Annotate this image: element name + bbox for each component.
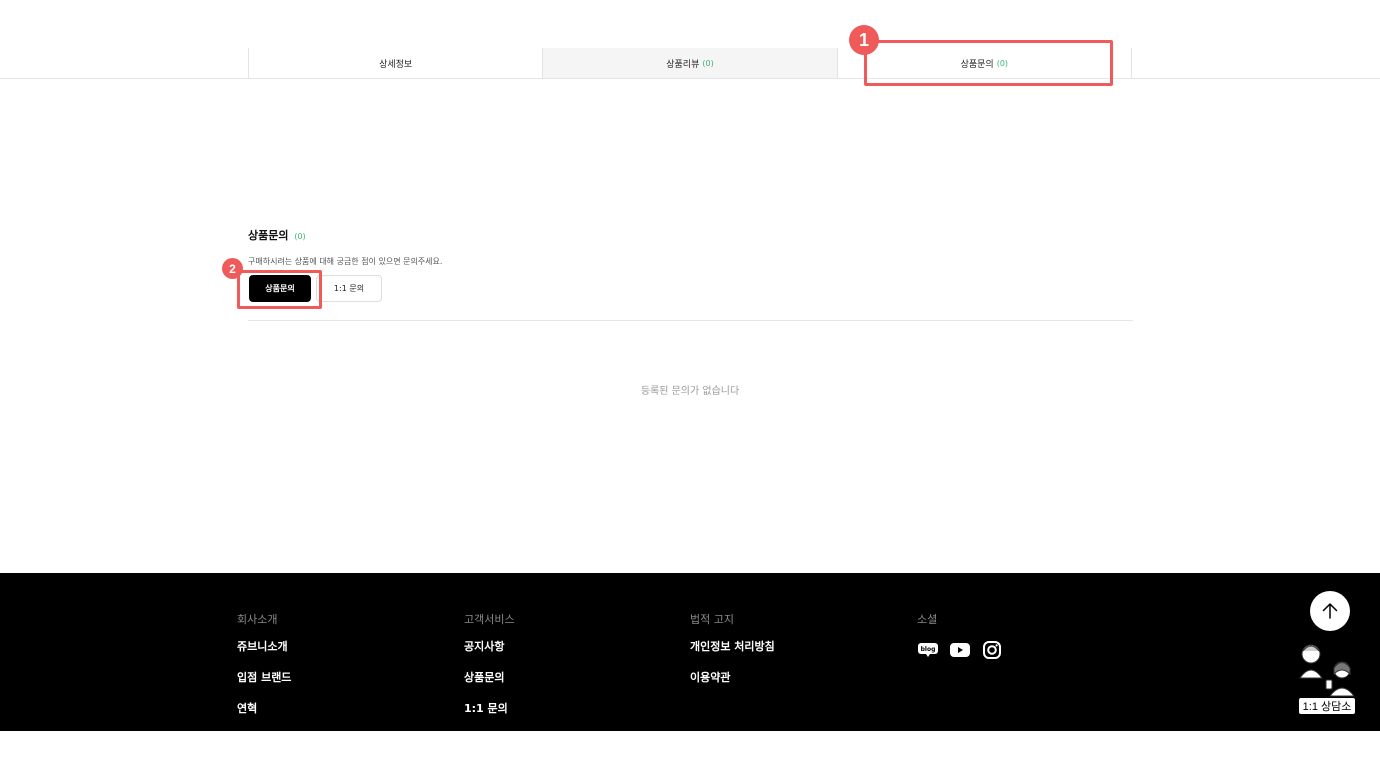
social-links: blog [917, 640, 1003, 660]
empty-inquiry-message: 등록된 문의가 없습니다 [640, 386, 740, 397]
footer-link-product-inquiry[interactable]: 상품문의 [464, 671, 515, 702]
tab-details[interactable]: 상세정보 [249, 48, 544, 79]
annotation-highlight-tab [864, 40, 1113, 86]
footer-link-privacy[interactable]: 개인정보 처리방침 [690, 640, 775, 671]
footer-link-history[interactable]: 연혁 [237, 702, 291, 733]
blog-icon-text: blog [921, 646, 936, 653]
annotation-badge-2: 2 [222, 258, 243, 279]
scroll-to-top-button[interactable] [1310, 591, 1350, 631]
blog-icon[interactable]: blog [917, 640, 939, 660]
footer-heading: 법적 고지 [690, 613, 734, 626]
instagram-icon[interactable] [981, 640, 1003, 660]
qa-title-text: 상품문의 [248, 229, 289, 242]
annotation-badge-1: 1 [849, 25, 879, 55]
tab-label: 상품리뷰 [666, 60, 700, 70]
annotation-highlight-button [237, 270, 322, 309]
arrow-up-icon [1322, 603, 1338, 619]
footer-heading: 고객서비스 [464, 613, 515, 626]
qa-section-title: 상품문의 (0) [248, 227, 306, 243]
footer-link-notice[interactable]: 공지사항 [464, 640, 515, 671]
tab-divider [0, 78, 1380, 79]
footer-social-column: 소셜 blog [917, 611, 1003, 660]
footer-heading: 회사소개 [237, 613, 278, 626]
one-to-one-inquiry-button[interactable]: 1:1 문의 [316, 275, 382, 302]
tab-label: 상세정보 [379, 60, 413, 70]
footer-link-terms[interactable]: 이용약관 [690, 671, 775, 702]
chat-consultation-label[interactable]: 1:1 상담소 [1298, 697, 1356, 715]
youtube-icon[interactable] [949, 640, 971, 660]
footer-company-column: 회사소개 쥬브니소개 입점 브랜드 연혁 [237, 611, 291, 733]
page: 상세정보 상품리뷰 (0) 상품문의 (0) 1 상품문의 (0) 구매하시려는… [0, 0, 1380, 780]
footer-heading: 소셜 [917, 613, 938, 626]
footer-link-one-to-one[interactable]: 1:1 문의 [464, 702, 515, 733]
tab-count: (0) [702, 59, 714, 68]
footer-link-about[interactable]: 쥬브니소개 [237, 640, 291, 671]
tab-reviews[interactable]: 상품리뷰 (0) [543, 48, 838, 79]
qa-divider [248, 320, 1133, 321]
footer-service-column: 고객서비스 공지사항 상품문의 1:1 문의 [464, 611, 515, 733]
qa-count: (0) [294, 232, 306, 241]
footer-link-brands[interactable]: 입점 브랜드 [237, 671, 291, 702]
footer-legal-column: 법적 고지 개인정보 처리방침 이용약관 [690, 611, 775, 702]
footer: 회사소개 쥬브니소개 입점 브랜드 연혁 고객서비스 공지사항 상품문의 1:1… [0, 573, 1380, 731]
qa-description: 구매하시려는 상품에 대해 궁금한 점이 있으면 문의주세요. [248, 257, 443, 266]
